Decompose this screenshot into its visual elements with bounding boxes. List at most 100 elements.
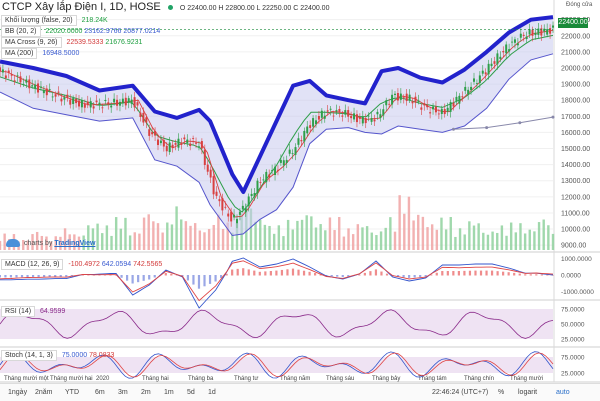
candle-body-63 bbox=[183, 137, 186, 140]
y-tick-15000: 15000.00 bbox=[561, 146, 590, 153]
candle-body-53 bbox=[154, 130, 157, 136]
candle-body-77 bbox=[224, 206, 227, 208]
range-1m[interactable]: 1m bbox=[164, 389, 174, 396]
candle-body-158 bbox=[461, 96, 464, 98]
candle-body-4 bbox=[10, 74, 13, 76]
candle-body-37 bbox=[107, 102, 110, 105]
macd-hist-0 bbox=[0, 275, 1, 278]
candle-body-40 bbox=[116, 99, 119, 106]
y-tick-12000: 12000.00 bbox=[561, 194, 590, 201]
volume-bar-91 bbox=[421, 216, 425, 250]
macd-hist-85 bbox=[468, 270, 472, 276]
candle-body-96 bbox=[279, 159, 282, 163]
macd-hist-91 bbox=[502, 271, 505, 276]
candle-body-146 bbox=[426, 104, 429, 108]
macd-hist-4 bbox=[20, 275, 24, 278]
legend-bb-upper: 23162.9766 bbox=[84, 28, 122, 35]
candle-body-119 bbox=[347, 110, 350, 117]
stoch-tick-0: 75.0000 bbox=[561, 355, 585, 362]
symbol-header: CTCP Xây lắp Điện I, 1D, HOSE O 22400.00… bbox=[2, 1, 329, 13]
candle-body-101 bbox=[294, 147, 297, 155]
legend-ma-cross-fast: 22539.5333 bbox=[66, 39, 104, 46]
range-3m[interactable]: 3m bbox=[118, 389, 128, 396]
auto-toggle[interactable]: auto bbox=[556, 389, 570, 396]
volume-bar-84 bbox=[389, 217, 392, 250]
macd-hist-79 bbox=[435, 272, 438, 276]
range-2-nam[interactable]: 2năm bbox=[35, 389, 53, 396]
percent-toggle[interactable]: % bbox=[498, 389, 504, 396]
legend-volume[interactable]: Khối lượng (false, 20) 218.24K bbox=[1, 15, 108, 26]
legend-bb[interactable]: BB (20, 2) 22020.0000 23162.9766 20877.0… bbox=[1, 26, 160, 37]
volume-bar-83 bbox=[384, 227, 387, 250]
candle-body-139 bbox=[405, 93, 408, 101]
candle-body-105 bbox=[306, 126, 309, 134]
volume-bar-115 bbox=[533, 231, 536, 250]
candle-body-48 bbox=[139, 112, 142, 118]
close-badge: Đóng cửa bbox=[566, 2, 593, 8]
range-2m[interactable]: 2m bbox=[141, 389, 151, 396]
range-ytd[interactable]: YTD bbox=[65, 389, 79, 396]
rsi-band bbox=[0, 309, 553, 339]
rsi-tick-1: 50.0000 bbox=[561, 322, 585, 329]
candle-body-32 bbox=[92, 106, 95, 109]
legend-ma-cross[interactable]: MA Cross (9, 26) 22539.5333 21676.9231 bbox=[1, 37, 142, 48]
candle-body-180 bbox=[525, 36, 528, 40]
macd-hist-75 bbox=[413, 275, 416, 278]
macd-hist-47 bbox=[258, 271, 261, 276]
volume-bar-107 bbox=[496, 232, 499, 250]
macd-hist-74 bbox=[408, 275, 411, 278]
legend-ma200[interactable]: MA (200) 16948.5000 bbox=[1, 48, 79, 59]
candle-body-54 bbox=[157, 139, 159, 146]
candle-body-13 bbox=[37, 83, 40, 93]
range-5d[interactable]: 5d bbox=[187, 389, 195, 396]
candle-body-45 bbox=[130, 99, 133, 104]
macd-hist-27 bbox=[148, 275, 151, 280]
volume-bar-63 bbox=[291, 229, 294, 250]
volume-bar-29 bbox=[133, 232, 136, 250]
volume-bar-69 bbox=[319, 224, 322, 250]
tradingview-branding[interactable]: charts by TradingView bbox=[6, 239, 95, 247]
volume-bar-98 bbox=[454, 236, 457, 250]
legend-bb-lower: 20877.0214 bbox=[123, 28, 161, 35]
candle-body-106 bbox=[309, 125, 312, 128]
macd-tick-0: 1000.0000 bbox=[561, 256, 592, 263]
candle-body-117 bbox=[341, 115, 344, 117]
volume-bar-47 bbox=[217, 214, 220, 250]
candle-body-172 bbox=[502, 50, 505, 53]
candle-body-102 bbox=[297, 138, 300, 145]
volume-bar-40 bbox=[184, 221, 188, 250]
volume-bar-82 bbox=[379, 231, 383, 250]
volume-bar-102 bbox=[472, 225, 476, 250]
bb-band-fill bbox=[0, 17, 553, 236]
range-6m[interactable]: 6m bbox=[95, 389, 105, 396]
legend-bb-label: BB (20, 2) bbox=[1, 26, 41, 37]
macd-hist-92 bbox=[507, 272, 510, 276]
candle-body-163 bbox=[475, 83, 478, 84]
candle-body-80 bbox=[233, 214, 236, 218]
legend-ma-cross-label: MA Cross (9, 26) bbox=[1, 37, 62, 48]
candle-body-56 bbox=[162, 139, 165, 147]
macd-hist-96 bbox=[529, 274, 532, 276]
legend-macd[interactable]: MACD (12, 26, 9) -100.4972 642.0594 742.… bbox=[1, 259, 162, 270]
volume-bar-0 bbox=[0, 240, 2, 250]
range-1-ngay[interactable]: 1ngày bbox=[8, 389, 27, 396]
volume-bar-87 bbox=[403, 213, 406, 250]
candle-body-110 bbox=[320, 110, 323, 118]
volume-bar-109 bbox=[505, 235, 508, 250]
candle-body-88 bbox=[256, 180, 259, 194]
legend-stoch[interactable]: Stoch (14, 1, 3) 75.0000 78.0833 bbox=[1, 350, 114, 361]
legend-volume-value: 218.24K bbox=[81, 17, 108, 24]
volume-bar-72 bbox=[333, 230, 336, 250]
symbol-title: CTCP Xây lắp Điện I, 1D, HOSE bbox=[2, 1, 161, 13]
candle-body-109 bbox=[317, 116, 320, 120]
volume-bar-86 bbox=[398, 195, 401, 250]
volume-bar-60 bbox=[277, 225, 281, 250]
legend-rsi[interactable]: RSI (14) 64.9599 bbox=[1, 306, 65, 317]
candle-body-12 bbox=[34, 84, 37, 89]
log-toggle[interactable]: logarit bbox=[518, 389, 537, 396]
range-1d[interactable]: 1d bbox=[208, 389, 216, 396]
volume-bar-106 bbox=[491, 231, 494, 250]
volume-bar-32 bbox=[147, 214, 150, 250]
branding-name[interactable]: TradingView bbox=[54, 240, 95, 247]
macd-hist-34 bbox=[186, 275, 190, 281]
